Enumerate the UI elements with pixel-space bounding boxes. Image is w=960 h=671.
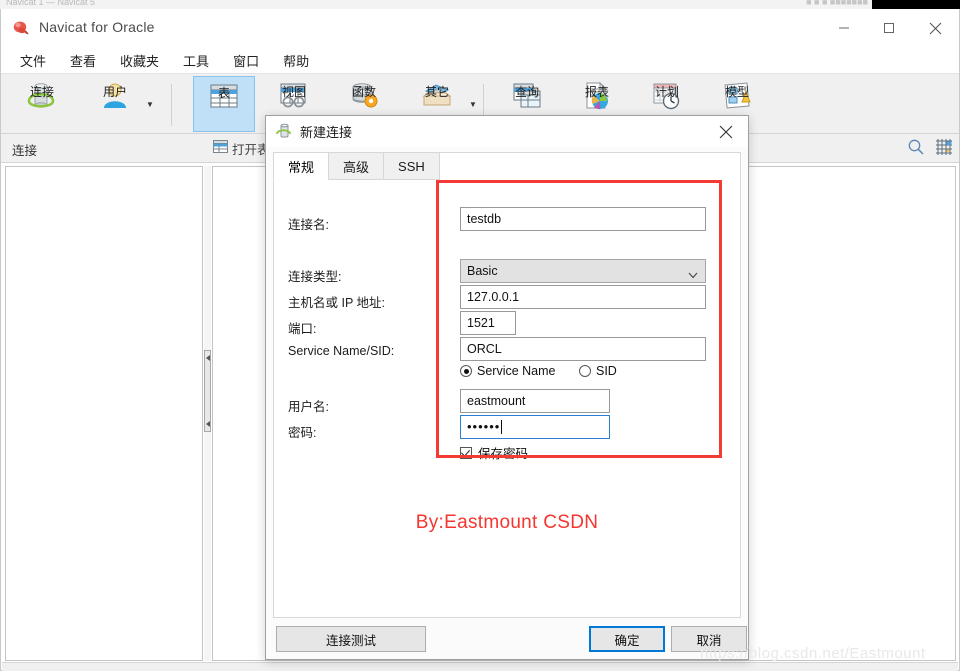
service-label: Service Name/SID: xyxy=(288,344,395,358)
splitter-collapse-handle[interactable] xyxy=(204,350,211,432)
save-password-label: 保存密码 xyxy=(478,447,529,461)
menu-tools[interactable]: 工具 xyxy=(172,48,220,73)
close-button[interactable] xyxy=(911,9,959,47)
tab-general[interactable]: 常规 xyxy=(273,152,330,180)
password-input[interactable]: •••••• xyxy=(460,415,610,439)
toolbar-label-model: 模型 xyxy=(724,85,749,99)
text-caret xyxy=(501,420,503,434)
save-password-check-indicator xyxy=(460,446,472,459)
toolbar-label-view: 视图 xyxy=(281,85,306,99)
tab-advanced[interactable]: 高级 xyxy=(328,152,385,180)
search-icon[interactable] xyxy=(907,138,925,161)
menu-window[interactable]: 窗口 xyxy=(222,48,270,73)
connection-pane-title: 连接 xyxy=(12,144,38,158)
toolbar-label-query: 查询 xyxy=(514,85,539,99)
radio-service-name-indicator xyxy=(460,365,472,377)
window-title: Navicat for Oracle xyxy=(39,19,155,35)
background-window-controls: ■ ■ ■ ■■■■■■■ xyxy=(806,0,868,7)
menu-file[interactable]: 文件 xyxy=(9,48,57,73)
connections-tree-pane[interactable] xyxy=(5,166,203,661)
window-controls xyxy=(821,9,959,47)
dialog-title-bar: 新建连接 xyxy=(266,116,748,147)
title-bar: Navicat for Oracle xyxy=(1,9,959,47)
toolbar-label-report: 报表 xyxy=(584,85,609,99)
dialog-body: 常规 高级 SSH 连接名: 连接类型: Basic 主机名或 IP 地址: xyxy=(273,152,741,618)
toolbar-caret-user[interactable]: ▼ xyxy=(144,76,156,132)
open-table-label: 打开表 xyxy=(232,143,270,157)
tab-ssh[interactable]: SSH xyxy=(383,152,440,180)
radio-sid[interactable]: SID xyxy=(579,364,617,378)
cancel-button[interactable]: 取消 xyxy=(671,626,747,652)
grid-view-icon[interactable] xyxy=(935,138,953,161)
password-label: 密码: xyxy=(288,426,317,440)
background-window-title: Navicat 1 — Navicat 5 xyxy=(6,0,96,7)
menu-bar: 文件 查看 收藏夹 工具 窗口 帮助 xyxy=(1,47,959,74)
host-label: 主机名或 IP 地址: xyxy=(288,296,386,310)
connection-form: 连接名: 连接类型: Basic 主机名或 IP 地址: 端口: Service… xyxy=(274,181,740,617)
conn-type-value: Basic xyxy=(467,264,498,278)
status-bar xyxy=(2,662,958,671)
dialog-title: 新建连接 xyxy=(300,125,353,140)
navicat-logo-icon xyxy=(11,18,31,38)
menu-help[interactable]: 帮助 xyxy=(272,48,320,73)
password-masked-value: •••••• xyxy=(467,419,501,434)
toolbar-label-other: 其它 xyxy=(424,85,449,99)
toolbar-label-connection: 连接 xyxy=(29,85,54,99)
toolbar-label-table: 表 xyxy=(217,86,230,100)
connection-bar-right-icons xyxy=(907,138,953,161)
service-input[interactable] xyxy=(460,337,706,361)
port-input[interactable] xyxy=(460,311,516,335)
new-connection-dialog: 新建连接 常规 高级 SSH 连接名: 连接类型: Basic xyxy=(265,115,749,660)
port-label: 端口: xyxy=(288,322,317,336)
dialog-footer: 连接测试 确定 取消 xyxy=(273,624,747,654)
radio-service-name[interactable]: Service Name xyxy=(460,364,556,378)
toolbar-label-function: 函数 xyxy=(351,85,376,99)
toolbar-button-connection[interactable]: 连接 xyxy=(11,76,73,132)
menu-favorites[interactable]: 收藏夹 xyxy=(109,48,170,73)
dialog-close-button[interactable] xyxy=(704,116,748,147)
new-connection-icon xyxy=(276,123,293,140)
pane-splitter[interactable] xyxy=(204,166,211,661)
menu-view[interactable]: 查看 xyxy=(59,48,107,73)
conn-type-label: 连接类型: xyxy=(288,270,342,284)
radio-service-name-label: Service Name xyxy=(477,364,556,378)
open-table-icon xyxy=(213,140,228,157)
conn-name-label: 连接名: xyxy=(288,218,329,232)
chevron-down-icon xyxy=(688,265,698,279)
dialog-tabs: 常规 高级 SSH xyxy=(273,152,440,180)
background-window-dark-region xyxy=(872,0,960,9)
radio-sid-label: SID xyxy=(596,364,617,378)
toolbar-button-user[interactable]: 用户 xyxy=(84,76,146,132)
toolbar-button-table[interactable]: 表 xyxy=(193,76,255,132)
radio-sid-indicator xyxy=(579,365,591,377)
ok-button[interactable]: 确定 xyxy=(589,626,665,652)
toolbar-label-user: 用户 xyxy=(102,85,127,99)
save-password-checkbox[interactable]: 保存密码 xyxy=(460,443,528,462)
maximize-button[interactable] xyxy=(866,9,911,47)
toolbar-label-schedule: 计划 xyxy=(654,85,679,99)
test-connection-button[interactable]: 连接测试 xyxy=(276,626,426,652)
splitter-arrow-top-icon xyxy=(206,355,210,361)
minimize-button[interactable] xyxy=(821,9,866,47)
splitter-arrow-bottom-icon xyxy=(206,421,210,427)
conn-type-select[interactable]: Basic xyxy=(460,259,706,283)
toolbar-separator-1 xyxy=(171,84,172,126)
host-input[interactable] xyxy=(460,285,706,309)
byline-annotation: By:Eastmount CSDN xyxy=(415,512,599,533)
conn-name-input[interactable] xyxy=(460,207,706,231)
open-table-button[interactable]: 打开表 xyxy=(213,139,270,158)
username-input[interactable] xyxy=(460,389,610,413)
username-label: 用户名: xyxy=(288,400,329,414)
